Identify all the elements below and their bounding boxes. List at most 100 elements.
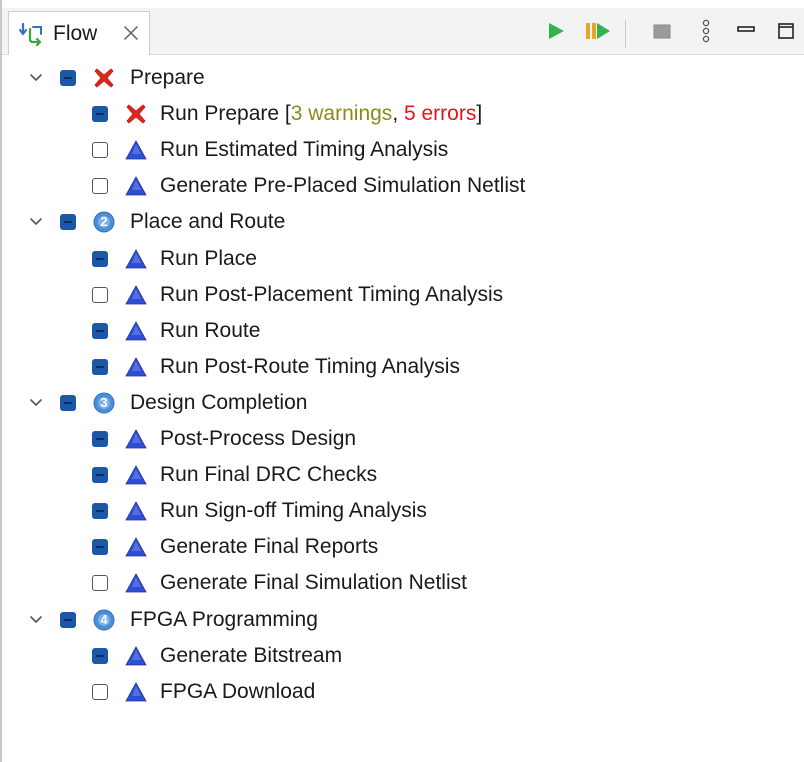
task-label: Run Final DRC Checks — [160, 461, 377, 489]
enable-checkbox[interactable] — [92, 431, 108, 447]
task-row[interactable]: Post-Process Design — [2, 421, 782, 457]
enable-checkbox[interactable] — [92, 647, 108, 664]
enable-checkbox[interactable] — [92, 178, 108, 195]
enable-checkbox[interactable] — [92, 467, 108, 484]
step-number: 2 — [100, 214, 108, 230]
step-number: 3 — [100, 394, 108, 410]
enable-checkbox[interactable] — [92, 250, 108, 267]
label-text: Run Route — [160, 318, 261, 342]
enable-checkbox[interactable] — [92, 683, 108, 700]
task-row[interactable]: FPGA Download — [2, 674, 782, 710]
toolbar-separator — [625, 20, 626, 48]
section-row[interactable]: 4 FPGA Programming — [2, 602, 782, 638]
task-row[interactable]: Run Estimated Timing Analysis — [2, 132, 782, 168]
chevron-down-icon[interactable] — [28, 214, 44, 230]
enable-checkbox[interactable] — [92, 575, 108, 592]
label-text: Run Prepare — [160, 102, 285, 126]
run-button[interactable] — [542, 21, 570, 45]
task-triangle-icon — [124, 680, 148, 704]
enable-checkbox[interactable] — [60, 214, 76, 231]
section-row[interactable]: 3 Design Completion — [2, 385, 782, 421]
task-row[interactable]: Run Post-Placement Timing Analysis — [2, 277, 782, 313]
task-row[interactable]: Generate Pre-Placed Simulation Netlist — [2, 168, 782, 204]
task-triangle-icon — [124, 283, 148, 307]
section-label: FPGA Programming — [130, 606, 318, 634]
label-text: Design Completion — [130, 390, 308, 414]
task-label: Run Post-Route Timing Analysis — [160, 353, 460, 381]
label-text: Place and Route — [130, 210, 286, 234]
task-row[interactable]: Generate Final Reports — [2, 529, 782, 565]
enable-checkbox[interactable] — [92, 503, 108, 520]
enable-checkbox[interactable] — [92, 539, 108, 556]
minimize-button[interactable] — [732, 21, 760, 45]
task-triangle-icon — [124, 247, 148, 271]
label-text: Run Post-Route Timing Analysis — [160, 354, 460, 378]
task-label: Run Sign-off Timing Analysis — [160, 497, 427, 525]
chevron-down-icon[interactable] — [28, 612, 44, 628]
section-row[interactable]: 2 Place and Route — [2, 204, 782, 240]
error-x-icon — [92, 66, 116, 90]
stop-button[interactable] — [648, 21, 676, 45]
label-text: Prepare — [130, 66, 205, 89]
enable-checkbox[interactable] — [60, 611, 76, 628]
error-x-icon — [124, 102, 148, 126]
tab-flow[interactable]: Flow — [8, 11, 150, 55]
enable-checkbox[interactable] — [92, 322, 108, 339]
maximize-icon — [776, 21, 796, 46]
task-triangle-icon — [124, 499, 148, 523]
enable-checkbox[interactable] — [92, 286, 108, 303]
run-selected-button[interactable] — [584, 21, 612, 45]
step-number: 4 — [100, 611, 108, 627]
task-label: Run Post-Placement Timing Analysis — [160, 281, 503, 309]
label-text: FPGA Programming — [130, 607, 318, 631]
task-triangle-icon — [124, 138, 148, 162]
task-label: FPGA Download — [160, 678, 315, 706]
task-triangle-icon — [124, 427, 148, 451]
stop-icon — [651, 20, 673, 47]
section-label: Place and Route — [130, 208, 285, 236]
task-label: Post-Process Design — [160, 425, 356, 453]
task-triangle-icon — [124, 319, 148, 343]
task-row[interactable]: Run Sign-off Timing Analysis — [2, 493, 782, 529]
enable-checkbox[interactable] — [60, 394, 76, 411]
task-row[interactable]: Run Prepare [3 warnings, 5 errors] — [2, 96, 782, 132]
task-label: Run Prepare [3 warnings, 5 errors] — [160, 100, 482, 128]
warnings-count: 3 warnings — [290, 102, 393, 126]
chevron-down-icon[interactable] — [28, 395, 44, 411]
task-row[interactable]: Run Route — [2, 313, 782, 349]
task-triangle-icon — [124, 463, 148, 487]
label-text: Generate Pre-Placed Simulation Netlist — [160, 174, 526, 198]
task-label: Run Route — [160, 317, 260, 345]
task-triangle-icon — [124, 644, 148, 668]
label-text: FPGA Download — [160, 679, 316, 703]
task-triangle-icon — [124, 174, 148, 198]
label-text: Run Place — [160, 246, 257, 270]
enable-checkbox[interactable] — [60, 70, 76, 86]
errors-count: 5 errors — [403, 102, 477, 126]
section-row[interactable]: Prepare — [2, 60, 782, 96]
tab-title: Flow — [53, 22, 98, 45]
chevron-down-icon[interactable] — [28, 70, 44, 86]
view-header: Flow — [2, 8, 804, 55]
task-row[interactable]: Generate Final Simulation Netlist — [2, 565, 782, 601]
view-menu-button[interactable] — [692, 19, 720, 45]
section-label: Prepare — [130, 64, 205, 92]
label-text: Post-Process Design — [160, 427, 357, 450]
task-row[interactable]: Run Post-Route Timing Analysis — [2, 349, 782, 385]
enable-checkbox[interactable] — [92, 142, 108, 159]
enable-checkbox[interactable] — [92, 358, 108, 375]
close-icon[interactable] — [121, 23, 141, 43]
flow-view: Flow Prepare Run Prepare [3 warnings, 5 … — [0, 0, 804, 762]
task-triangle-icon — [124, 355, 148, 379]
status-punct: , — [392, 102, 404, 126]
task-row[interactable]: Generate Bitstream — [2, 638, 782, 674]
view-menu-icon — [699, 18, 713, 49]
label-text: Run Sign-off Timing Analysis — [160, 499, 427, 523]
enable-checkbox[interactable] — [92, 106, 108, 123]
step-3-icon: 3 — [92, 391, 116, 415]
maximize-button[interactable] — [772, 21, 800, 45]
label-text: Generate Bitstream — [160, 643, 343, 667]
task-row[interactable]: Run Final DRC Checks — [2, 457, 782, 493]
label-text: Run Post-Placement Timing Analysis — [160, 282, 504, 306]
task-row[interactable]: Run Place — [2, 241, 782, 277]
